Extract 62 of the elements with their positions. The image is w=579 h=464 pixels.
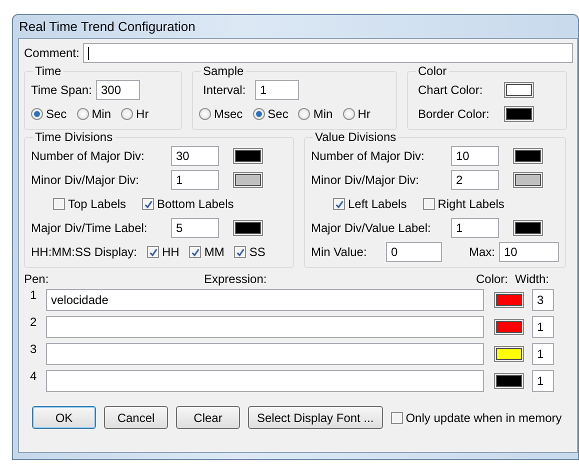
- field-label: Min Value:: [311, 245, 368, 259]
- dialog-button[interactable]: Select Display Font ...: [248, 406, 383, 429]
- field-label: Comment:: [24, 46, 80, 60]
- pen-number: 1: [29, 287, 38, 302]
- field-label: Border Color:: [417, 107, 490, 121]
- field-label: Number of Major Div:: [311, 149, 426, 163]
- time-span-field[interactable]: 300: [96, 80, 140, 100]
- radio-label: Hr: [136, 107, 149, 121]
- column-header: Pen:: [24, 272, 50, 286]
- width-field[interactable]: 1: [532, 316, 554, 338]
- group-title: Time Divisions: [34, 130, 114, 144]
- radio-label: Sec: [268, 107, 288, 121]
- checkbox-label: HH: [162, 245, 180, 259]
- pen-number: 2: [29, 314, 38, 329]
- group-title: Sample: [202, 64, 245, 78]
- checkbox-label: Right Labels: [438, 197, 504, 211]
- group-title: Color: [417, 64, 448, 78]
- checkbox-label: MM: [204, 245, 224, 259]
- width-field[interactable]: 3: [532, 288, 554, 310]
- field-label: Major Div/Time Label:: [31, 221, 148, 235]
- window-title: Real Time Trend Configuration: [19, 19, 196, 34]
- column-header: Color:: [476, 272, 510, 286]
- checkbox-label: Left Labels: [348, 197, 407, 211]
- width-field[interactable]: 1: [532, 342, 554, 364]
- radio-label: Min: [92, 107, 112, 121]
- number-field[interactable]: 5: [171, 218, 219, 238]
- interval-field[interactable]: 1: [255, 80, 299, 100]
- number-field[interactable]: 1: [171, 170, 219, 190]
- checkbox-label: Only update when in memory: [406, 410, 562, 424]
- min-value-field[interactable]: 0: [386, 242, 442, 262]
- field-label: Interval:: [202, 83, 247, 97]
- width-field[interactable]: 1: [532, 370, 554, 392]
- checkbox-label: Top Labels: [68, 197, 126, 211]
- field-label: Minor Div/Major Div:: [31, 173, 140, 187]
- number-field[interactable]: 2: [451, 170, 499, 190]
- field-label: Number of Major Div:: [31, 149, 146, 163]
- number-field[interactable]: 10: [451, 146, 499, 166]
- field-label: Chart Color:: [417, 83, 484, 97]
- max-value-field[interactable]: 10: [499, 242, 559, 262]
- field-label: Time Span:: [31, 83, 93, 97]
- column-header: Width:: [515, 272, 550, 286]
- field-label: Minor Div/Major Div:: [311, 173, 420, 187]
- dialog-button[interactable]: Clear: [176, 406, 240, 429]
- number-field[interactable]: 30: [171, 146, 219, 166]
- group-title: Time: [34, 64, 62, 78]
- expression-field[interactable]: velocidade: [46, 288, 484, 310]
- pen-number: 4: [29, 368, 38, 383]
- dialog-button[interactable]: OK: [32, 406, 96, 429]
- radio-label: Min: [313, 107, 333, 121]
- checkbox-label: Bottom Labels: [157, 197, 234, 211]
- checkbox-label: SS: [249, 245, 266, 259]
- group-title: Value Divisions: [314, 130, 398, 144]
- column-header: Expression:: [204, 272, 268, 286]
- field-label: Major Div/Value Label:: [311, 221, 432, 235]
- field-label: HH:MM:SS Display:: [31, 245, 138, 259]
- pen-number: 3: [29, 341, 38, 356]
- field-label: Max:: [468, 245, 495, 259]
- radio-label: Msec: [214, 107, 243, 121]
- radio-label: Sec: [46, 107, 67, 121]
- number-field[interactable]: 1: [451, 218, 499, 238]
- radio-label: Hr: [358, 107, 370, 121]
- dialog-button[interactable]: Cancel: [104, 406, 168, 429]
